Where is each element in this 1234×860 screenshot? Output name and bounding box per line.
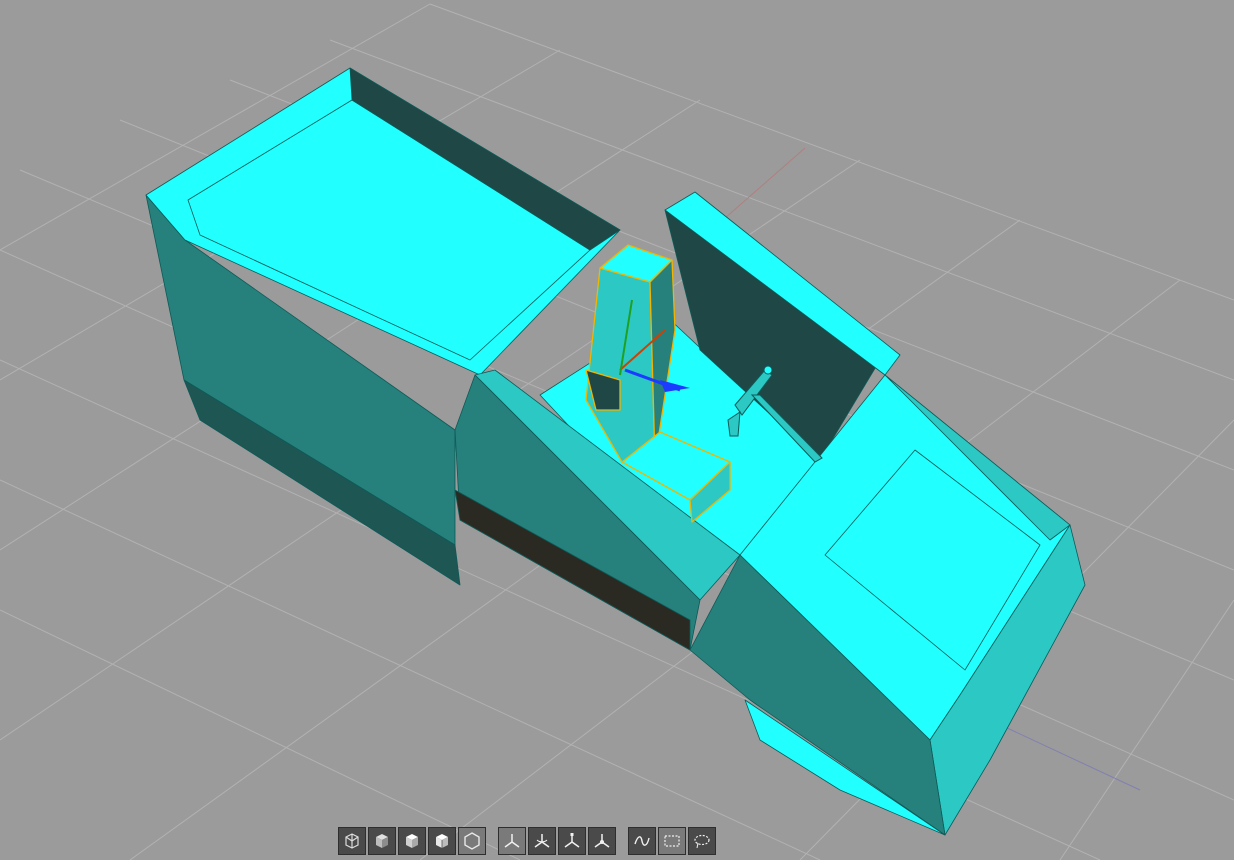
lasso-select-icon[interactable] xyxy=(688,827,716,855)
textured-cube-icon[interactable] xyxy=(428,827,456,855)
flat-cube-icon[interactable] xyxy=(368,827,396,855)
viewport-toolbar xyxy=(338,826,728,856)
axis-universal-icon[interactable] xyxy=(588,827,616,855)
selection-mode-group xyxy=(628,827,716,855)
axis-translate-icon[interactable] xyxy=(498,827,526,855)
rect-select-icon[interactable] xyxy=(658,827,686,855)
axis-rotate-icon[interactable] xyxy=(528,827,556,855)
shading-mode-group xyxy=(338,827,486,855)
axis-scale-icon[interactable] xyxy=(558,827,586,855)
3d-viewport[interactable] xyxy=(0,0,1234,860)
curve-select-icon[interactable] xyxy=(628,827,656,855)
solid-cube-icon[interactable] xyxy=(398,827,426,855)
wireframe-cube-icon[interactable] xyxy=(338,827,366,855)
scene-canvas[interactable] xyxy=(0,0,1234,860)
transform-gizmo-group xyxy=(498,827,616,855)
hexagon-icon[interactable] xyxy=(458,827,486,855)
